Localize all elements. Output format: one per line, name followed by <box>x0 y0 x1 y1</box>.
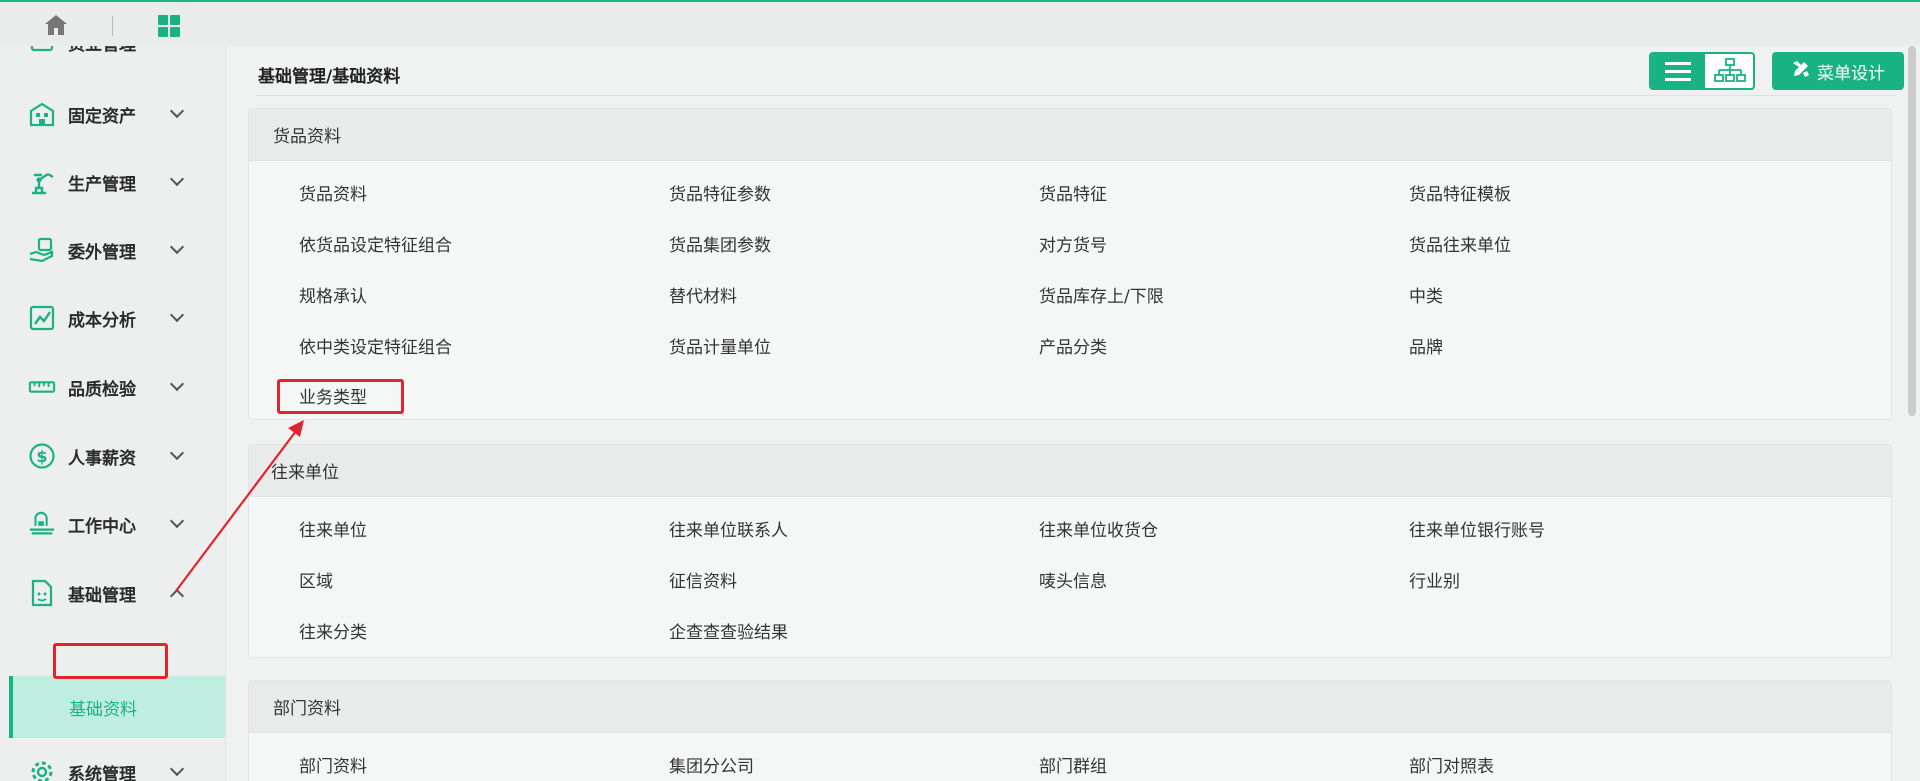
scrollbar[interactable] <box>1908 46 1916 416</box>
annotation-arrow <box>175 420 304 592</box>
